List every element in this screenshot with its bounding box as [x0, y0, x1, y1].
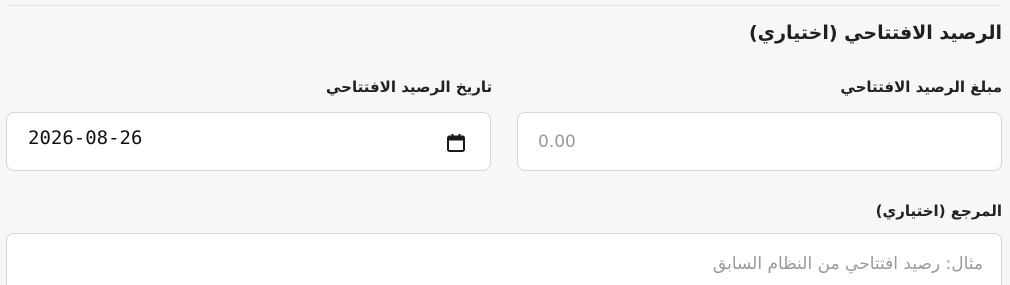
reference-label: المرجع (اختياري) [875, 202, 1002, 220]
date-label: تاريخ الرصيد الافتتاحي [326, 78, 493, 96]
amount-input[interactable] [518, 113, 1001, 170]
section-divider [8, 5, 1002, 6]
amount-label: مبلغ الرصيد الافتتاحي [840, 78, 1002, 96]
amount-field[interactable] [517, 112, 1002, 171]
reference-input[interactable] [7, 234, 1001, 285]
calendar-icon[interactable] [446, 133, 466, 153]
section-title: الرصيد الافتتاحي (اختياري) [748, 22, 1002, 44]
reference-field[interactable] [6, 233, 1002, 285]
date-value[interactable]: 2026-08-26 [28, 127, 142, 149]
date-field[interactable]: 2026-08-26 [6, 112, 491, 171]
opening-balance-form: الرصيد الافتتاحي (اختياري) مبلغ الرصيد ا… [0, 0, 1010, 285]
